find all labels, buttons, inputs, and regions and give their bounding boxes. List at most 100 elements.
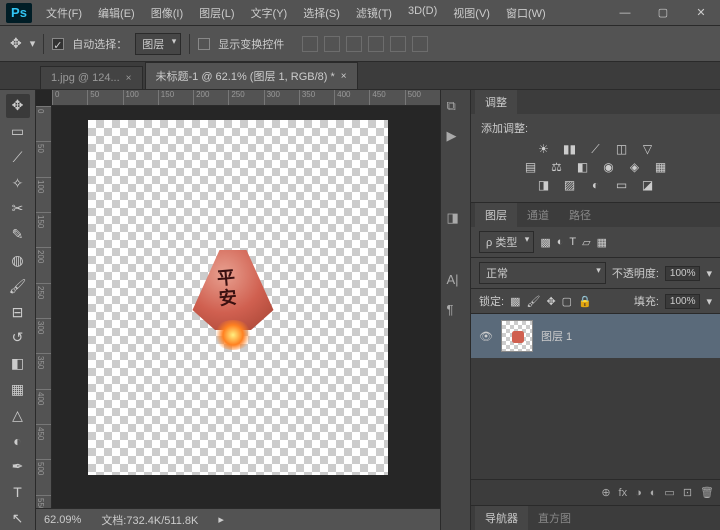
blur-tool[interactable]: △ bbox=[6, 403, 30, 427]
close-icon[interactable]: × bbox=[126, 73, 132, 84]
heal-tool[interactable]: ◍ bbox=[6, 249, 30, 273]
character-panel-icon[interactable]: A| bbox=[447, 272, 465, 290]
align-top-icon[interactable] bbox=[302, 36, 318, 52]
chevron-right-icon[interactable]: ▸ bbox=[218, 513, 224, 526]
bw-icon[interactable]: ◧ bbox=[574, 160, 592, 174]
photo-filter-icon[interactable]: ◉ bbox=[600, 160, 618, 174]
threshold-icon[interactable]: ◐ bbox=[587, 178, 605, 192]
lasso-tool[interactable]: ⟋ bbox=[6, 146, 30, 170]
eraser-tool[interactable]: ◧ bbox=[6, 352, 30, 376]
align-vcenter-icon[interactable] bbox=[324, 36, 340, 52]
filter-smart-icon[interactable]: ▦ bbox=[597, 236, 607, 249]
filter-type-icon[interactable]: T bbox=[569, 236, 576, 248]
zoom-level[interactable]: 62.09% bbox=[44, 514, 81, 526]
vibrance-icon[interactable]: ▽ bbox=[639, 142, 657, 156]
stamp-tool[interactable]: ⊟ bbox=[6, 300, 30, 324]
chevron-down-icon[interactable]: ▾ bbox=[706, 267, 712, 280]
hue-icon[interactable]: ▤ bbox=[522, 160, 540, 174]
align-hcenter-icon[interactable] bbox=[390, 36, 406, 52]
brightness-icon[interactable]: ☀ bbox=[535, 142, 553, 156]
menu-layer[interactable]: 图层(L) bbox=[191, 1, 242, 25]
histogram-tab[interactable]: 直方图 bbox=[528, 506, 581, 530]
blend-mode[interactable]: 正常 bbox=[479, 262, 606, 284]
channels-tab[interactable]: 通道 bbox=[517, 203, 559, 227]
gradient-map-icon[interactable]: ▭ bbox=[613, 178, 631, 192]
group-icon[interactable]: ▭ bbox=[664, 486, 674, 499]
adjustment-layer-icon[interactable]: ◐ bbox=[650, 487, 657, 499]
lock-position-icon[interactable]: ✥ bbox=[546, 295, 555, 308]
window-maximize[interactable]: ▢ bbox=[648, 3, 678, 23]
filter-adjust-icon[interactable]: ◐ bbox=[557, 236, 564, 248]
new-layer-icon[interactable]: ⊡ bbox=[683, 486, 692, 499]
auto-select-target[interactable]: 图层 bbox=[135, 33, 181, 55]
window-minimize[interactable]: — bbox=[610, 3, 640, 23]
lock-all-icon[interactable]: 🔒 bbox=[578, 295, 592, 308]
lookup-icon[interactable]: ▦ bbox=[652, 160, 670, 174]
selective-icon[interactable]: ◪ bbox=[639, 178, 657, 192]
align-bottom-icon[interactable] bbox=[346, 36, 362, 52]
posterize-icon[interactable]: ▨ bbox=[561, 178, 579, 192]
visibility-icon[interactable]: 👁 bbox=[479, 330, 493, 343]
canvas[interactable]: 平 安 bbox=[88, 120, 388, 475]
history-panel-icon[interactable]: ⧉ bbox=[447, 98, 465, 116]
invert-icon[interactable]: ◨ bbox=[535, 178, 553, 192]
auto-select-checkbox[interactable]: ✓ bbox=[52, 38, 64, 50]
balance-icon[interactable]: ⚖ bbox=[548, 160, 566, 174]
document-tab[interactable]: 1.jpg @ 124... × bbox=[40, 66, 143, 89]
wand-tool[interactable]: ✧ bbox=[6, 171, 30, 195]
align-left-icon[interactable] bbox=[368, 36, 384, 52]
mask-icon[interactable]: ◑ bbox=[635, 487, 642, 499]
lock-transparency-icon[interactable]: ▩ bbox=[510, 295, 520, 308]
history-brush-tool[interactable]: ↺ bbox=[6, 326, 30, 350]
fill-value[interactable]: 100% bbox=[665, 294, 701, 309]
pen-tool[interactable]: ✒ bbox=[6, 455, 30, 479]
channel-mixer-icon[interactable]: ◈ bbox=[626, 160, 644, 174]
menu-type[interactable]: 文字(Y) bbox=[243, 1, 296, 25]
menu-3d[interactable]: 3D(D) bbox=[400, 1, 445, 25]
move-tool[interactable]: ✥ bbox=[6, 94, 30, 118]
layer-name[interactable]: 图层 1 bbox=[541, 328, 572, 344]
menu-filter[interactable]: 滤镜(T) bbox=[348, 1, 400, 25]
link-icon[interactable]: ⊕ bbox=[601, 486, 610, 499]
eyedropper-tool[interactable]: ✎ bbox=[6, 223, 30, 247]
actions-panel-icon[interactable]: ▶ bbox=[447, 128, 465, 146]
path-tool[interactable]: ↖ bbox=[6, 506, 30, 530]
menu-edit[interactable]: 编辑(E) bbox=[90, 1, 143, 25]
brush-tool[interactable]: 🖌 bbox=[6, 274, 30, 298]
menu-image[interactable]: 图像(I) bbox=[143, 1, 191, 25]
marquee-tool[interactable]: ▭ bbox=[6, 120, 30, 144]
menu-file[interactable]: 文件(F) bbox=[38, 1, 90, 25]
levels-icon[interactable]: ▮▮ bbox=[561, 142, 579, 156]
paragraph-panel-icon[interactable]: ¶ bbox=[447, 302, 465, 320]
layer-thumbnail[interactable] bbox=[501, 320, 533, 352]
filter-shape-icon[interactable]: ▱ bbox=[582, 236, 590, 249]
curves-icon[interactable]: ⟋ bbox=[587, 142, 605, 156]
dodge-tool[interactable]: ◐ bbox=[6, 429, 30, 453]
fx-icon[interactable]: fx bbox=[619, 487, 628, 499]
menu-window[interactable]: 窗口(W) bbox=[498, 1, 554, 25]
lock-artboard-icon[interactable]: ▢ bbox=[562, 295, 572, 308]
layers-tab[interactable]: 图层 bbox=[475, 203, 517, 227]
document-tab-active[interactable]: 未标题-1 @ 62.1% (图层 1, RGB/8) * × bbox=[145, 62, 358, 89]
trash-icon[interactable]: 🗑 bbox=[700, 486, 714, 499]
menu-select[interactable]: 选择(S) bbox=[295, 1, 348, 25]
opacity-value[interactable]: 100% bbox=[665, 266, 701, 281]
adjustments-tab[interactable]: 调整 bbox=[475, 90, 517, 114]
exposure-icon[interactable]: ◫ bbox=[613, 142, 631, 156]
layer-item[interactable]: 👁 图层 1 bbox=[471, 314, 720, 358]
chevron-down-icon[interactable]: ▾ bbox=[706, 295, 712, 308]
layer-kind-filter[interactable]: ρ 类型 bbox=[479, 231, 534, 253]
chevron-down-icon[interactable]: ▾ bbox=[30, 37, 36, 50]
window-close[interactable]: ✕ bbox=[686, 3, 716, 23]
crop-tool[interactable]: ✂ bbox=[6, 197, 30, 221]
type-tool[interactable]: T bbox=[6, 480, 30, 504]
close-icon[interactable]: × bbox=[341, 71, 347, 82]
swatches-panel-icon[interactable]: ◨ bbox=[447, 210, 465, 228]
navigator-tab[interactable]: 导航器 bbox=[475, 506, 528, 530]
filter-pixel-icon[interactable]: ▩ bbox=[540, 236, 550, 249]
align-right-icon[interactable] bbox=[412, 36, 428, 52]
paths-tab[interactable]: 路径 bbox=[559, 203, 601, 227]
menu-view[interactable]: 视图(V) bbox=[445, 1, 498, 25]
show-transform-checkbox[interactable] bbox=[198, 38, 210, 50]
gradient-tool[interactable]: ▦ bbox=[6, 377, 30, 401]
